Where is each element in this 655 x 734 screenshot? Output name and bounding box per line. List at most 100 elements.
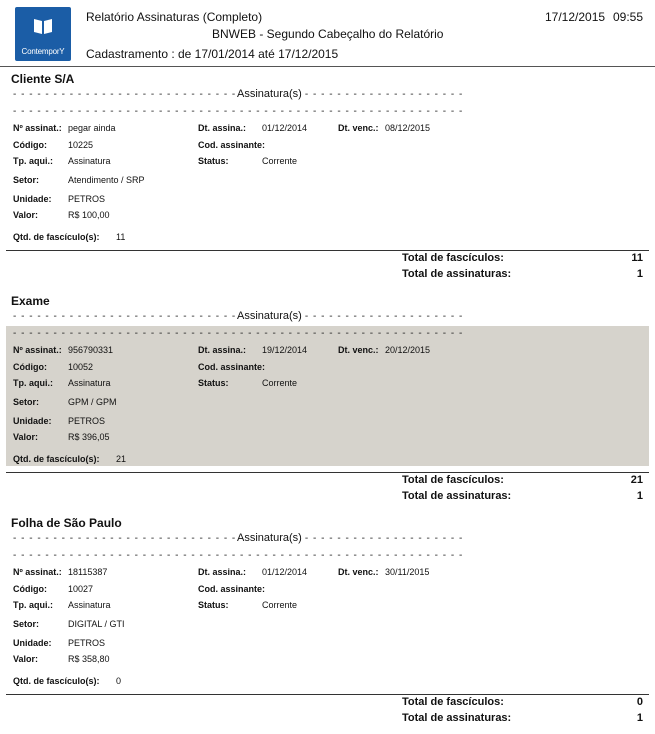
totals-divider (6, 472, 649, 473)
qtd-value: 21 (116, 454, 127, 464)
section-rule: - - - - - - - - - - - - - - - - - - - - … (13, 106, 465, 117)
setor-value: GPM / GPM (68, 397, 117, 407)
codigo-value: 10052 (68, 362, 94, 372)
report-title: Relatório Assinaturas (Completo) (86, 10, 263, 24)
report-date: 17/12/2015 (545, 10, 606, 24)
codigo-label: Código: (13, 362, 47, 372)
tp-aqui-value: Assinatura (68, 378, 111, 388)
period-label: Cadastramento : (86, 47, 175, 61)
total-assinaturas-value: 1 (636, 268, 643, 280)
client-name: Folha de São Paulo (11, 516, 122, 530)
dt-venc-label: Dt. venc.: (338, 123, 379, 133)
status-label: Status: (198, 600, 229, 610)
setor-value: Atendimento / SRP (68, 175, 145, 185)
section-header: - - - - - - - - - - - - - - - - - - - - … (13, 310, 465, 324)
report-time: 09:55 (613, 10, 644, 24)
codigo-value: 10225 (68, 140, 94, 150)
dt-venc-value: 08/12/2015 (385, 123, 431, 133)
total-assinaturas-label: Total de assinaturas: (402, 712, 512, 724)
total-fasciculos-label: Total de fascículos: (402, 696, 504, 708)
total-assinaturas-value: 1 (636, 712, 643, 724)
num-assinat-label: Nº assinat.: (13, 345, 62, 355)
tp-aqui-label: Tp. aqui.: (13, 378, 53, 388)
unidade-value: PETROS (68, 194, 106, 204)
qtd-label: Qtd. de fascículo(s): (13, 454, 100, 464)
cod-assinante-label: Cod. assinante: (198, 140, 266, 150)
total-fasciculos-label: Total de fascículos: (402, 252, 504, 264)
total-fasciculos-value: 21 (630, 474, 643, 486)
setor-label: Setor: (13, 175, 40, 185)
book-icon (34, 19, 52, 34)
num-assinat-value: 956790331 (68, 345, 114, 355)
report-subtitle: BNWEB - Segundo Cabeçalho do Relatório (212, 27, 444, 41)
section-rule: - - - - - - - - - - - - - - - - - - - - … (13, 328, 465, 339)
num-assinat-label: Nº assinat.: (13, 123, 62, 133)
setor-label: Setor: (13, 397, 40, 407)
dt-assina-label: Dt. assina.: (198, 567, 247, 577)
section-title: Assinatura(s) (235, 532, 304, 544)
tp-aqui-value: Assinatura (68, 156, 111, 166)
cod-assinante-label: Cod. assinante: (198, 584, 266, 594)
section-title: Assinatura(s) (235, 310, 304, 322)
total-assinaturas-label: Total de assinaturas: (402, 268, 512, 280)
total-fasciculos-label: Total de fascículos: (402, 474, 504, 486)
unidade-value: PETROS (68, 416, 106, 426)
status-value: Corrente (262, 600, 298, 610)
dt-assina-label: Dt. assina.: (198, 345, 247, 355)
qtd-value: 0 (116, 676, 122, 686)
section-title: Assinatura(s) (235, 88, 304, 100)
unidade-label: Unidade: (13, 416, 52, 426)
qtd-value: 11 (116, 232, 126, 242)
codigo-label: Código: (13, 584, 47, 594)
valor-value: R$ 100,00 (68, 210, 110, 220)
unidade-label: Unidade: (13, 194, 52, 204)
dt-assina-value: 01/12/2014 (262, 123, 308, 133)
num-assinat-value: 18115387 (68, 567, 108, 577)
unidade-label: Unidade: (13, 638, 52, 648)
logo-text: ContemporY (21, 47, 65, 56)
codigo-label: Código: (13, 140, 47, 150)
client-name: Exame (11, 294, 50, 308)
dt-venc-label: Dt. venc.: (338, 567, 379, 577)
valor-label: Valor: (13, 432, 39, 442)
dt-venc-value: 20/12/2015 (385, 345, 431, 355)
status-value: Corrente (262, 156, 298, 166)
total-assinaturas-label: Total de assinaturas: (402, 490, 512, 502)
report-header: ContemporY Relatório Assinaturas (Comple… (0, 0, 655, 68)
contempory-logo: ContemporY (15, 7, 71, 61)
qtd-label: Qtd. de fascículo(s): (13, 676, 100, 686)
section-rule: - - - - - - - - - - - - - - - - - - - - … (13, 550, 465, 561)
totals-divider (6, 694, 649, 695)
valor-value: R$ 358,80 (68, 654, 110, 664)
period-value: de 17/01/2014 até 17/12/2015 (178, 47, 339, 61)
tp-aqui-label: Tp. aqui.: (13, 156, 53, 166)
total-fasciculos-value: 11 (631, 252, 643, 264)
tp-aqui-label: Tp. aqui.: (13, 600, 53, 610)
total-fasciculos-value: 0 (636, 696, 643, 708)
dt-venc-value: 30/11/2015 (385, 567, 430, 577)
header-divider (0, 66, 655, 67)
status-value: Corrente (262, 378, 298, 388)
qtd-label: Qtd. de fascículo(s): (13, 232, 100, 242)
codigo-value: 10027 (68, 584, 94, 594)
valor-label: Valor: (13, 210, 39, 220)
status-label: Status: (198, 156, 229, 166)
dt-venc-label: Dt. venc.: (338, 345, 379, 355)
totals-divider (6, 250, 649, 251)
client-name: Cliente S/A (11, 72, 75, 86)
section-header: - - - - - - - - - - - - - - - - - - - - … (13, 532, 465, 546)
total-assinaturas-value: 1 (636, 490, 643, 502)
dt-assina-value: 01/12/2014 (262, 567, 308, 577)
valor-label: Valor: (13, 654, 39, 664)
dt-assina-label: Dt. assina.: (198, 123, 247, 133)
setor-label: Setor: (13, 619, 40, 629)
unidade-value: PETROS (68, 638, 106, 648)
setor-value: DIGITAL / GTI (68, 619, 125, 629)
section-header: - - - - - - - - - - - - - - - - - - - - … (13, 88, 465, 102)
tp-aqui-value: Assinatura (68, 600, 111, 610)
valor-value: R$ 396,05 (68, 432, 110, 442)
num-assinat-value: pegar ainda (68, 123, 116, 133)
num-assinat-label: Nº assinat.: (13, 567, 62, 577)
cod-assinante-label: Cod. assinante: (198, 362, 266, 372)
dt-assina-value: 19/12/2014 (262, 345, 308, 355)
